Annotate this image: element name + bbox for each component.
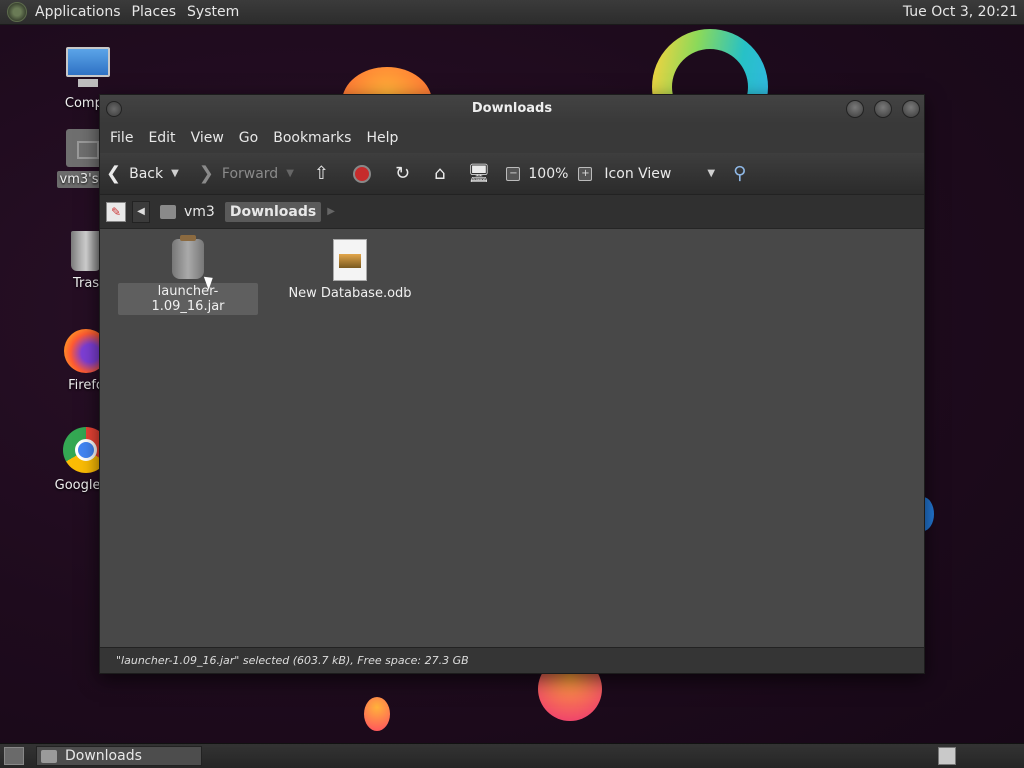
view-mode-select[interactable]: Icon View ▼	[598, 166, 721, 182]
toggle-location-entry-icon[interactable]: ✎	[106, 201, 126, 222]
stop-button[interactable]	[347, 164, 377, 183]
menu-bookmarks[interactable]: Bookmarks	[267, 130, 360, 146]
menu-help[interactable]: Help	[360, 130, 407, 146]
window-title: Downloads	[471, 101, 553, 116]
maximize-button[interactable]	[874, 100, 892, 118]
forward-button[interactable]: ❯ Forward ▼	[193, 162, 300, 184]
top-panel: Applications Places System Tue Oct 3, 20…	[0, 0, 1024, 25]
zoom-out-button[interactable]: −	[500, 166, 526, 181]
back-label: Back	[129, 165, 164, 182]
breadcrumb-label: vm3	[184, 203, 215, 220]
breadcrumb-vm3[interactable]: vm3	[156, 202, 219, 222]
zoom-level: 100%	[528, 165, 569, 182]
breadcrumb-label: Downloads	[229, 203, 317, 220]
menu-edit[interactable]: Edit	[142, 130, 184, 146]
database-document-icon	[333, 239, 367, 281]
back-button[interactable]: ❮ Back ▼	[100, 162, 185, 184]
zoom-in-button[interactable]: +	[572, 166, 598, 181]
menu-system[interactable]: System	[184, 4, 247, 20]
computer-icon: 🖥	[467, 162, 491, 184]
toolbar: ❮ Back ▼ ❯ Forward ▼ ⇧ ↻ ⌂ 🖥 − 100% + Ic…	[100, 153, 924, 195]
close-button[interactable]	[902, 100, 920, 118]
breadcrumb-back-arrow[interactable]: ◀	[132, 200, 150, 223]
folder-icon	[41, 749, 57, 763]
bottom-panel: Downloads	[0, 743, 1024, 768]
file-manager-window: Downloads File Edit View Go Bookmarks He…	[99, 94, 925, 674]
minimize-button[interactable]	[846, 100, 864, 118]
forward-history-dropdown-icon[interactable]: ▼	[286, 168, 294, 179]
file-item[interactable]: launcher-1.09_16.jar	[118, 235, 258, 315]
up-button[interactable]: ⇧	[308, 162, 335, 184]
up-arrow-icon: ⇧	[313, 162, 329, 184]
menubar: File Edit View Go Bookmarks Help	[100, 123, 924, 153]
stop-icon	[353, 164, 371, 183]
file-name: launcher-1.09_16.jar	[118, 283, 258, 315]
show-desktop-button[interactable]	[4, 747, 24, 765]
zoom-in-icon: +	[578, 166, 593, 181]
menu-applications[interactable]: Applications	[32, 4, 129, 20]
forward-arrow-icon: ❯	[198, 162, 214, 184]
menu-file[interactable]: File	[104, 130, 142, 146]
taskbar-item-downloads[interactable]: Downloads	[36, 746, 202, 766]
back-arrow-icon: ❮	[106, 162, 122, 184]
computer-button[interactable]: 🖥	[462, 162, 497, 184]
trash-icon	[71, 231, 101, 271]
back-history-dropdown-icon[interactable]: ▼	[171, 168, 179, 179]
menu-view[interactable]: View	[185, 130, 233, 146]
view-mode-label: Icon View	[604, 165, 672, 182]
jar-icon	[172, 235, 204, 279]
file-name: New Database.odb	[288, 286, 412, 301]
file-item[interactable]: New Database.odb	[280, 239, 420, 302]
location-bar: ✎ ◀ vm3 Downloads ▶	[100, 195, 924, 229]
file-view[interactable]: launcher-1.09_16.jar New Database.odb	[100, 229, 924, 647]
search-button[interactable]: ⚲	[727, 162, 752, 184]
menu-places[interactable]: Places	[129, 4, 185, 20]
zoom-out-icon: −	[506, 166, 521, 181]
window-menu-button[interactable]	[106, 101, 122, 117]
breadcrumb-forward-arrow[interactable]: ▶	[327, 206, 335, 217]
home-folder-icon	[160, 204, 176, 219]
wallpaper-shape	[364, 697, 390, 731]
status-bar: "launcher-1.09_16.jar" selected (603.7 k…	[100, 647, 924, 673]
desktop-icon-label: Tras	[72, 276, 100, 291]
window-titlebar[interactable]: Downloads	[100, 95, 924, 123]
reload-button[interactable]: ↻	[389, 162, 416, 184]
distro-logo-icon[interactable]	[7, 2, 27, 22]
computer-icon	[64, 47, 112, 91]
menu-go[interactable]: Go	[233, 130, 267, 146]
breadcrumb-downloads[interactable]: Downloads	[224, 201, 322, 222]
search-icon: ⚲	[733, 162, 747, 184]
chevron-down-icon: ▼	[707, 168, 716, 179]
reload-icon: ↻	[395, 162, 411, 184]
workspace-switcher-1[interactable]	[938, 747, 956, 765]
taskbar-item-label: Downloads	[65, 748, 142, 764]
forward-label: Forward	[221, 165, 279, 182]
home-button[interactable]: ⌂	[428, 162, 451, 184]
clock[interactable]: Tue Oct 3, 20:21	[903, 4, 1024, 20]
home-icon: ⌂	[434, 162, 446, 184]
